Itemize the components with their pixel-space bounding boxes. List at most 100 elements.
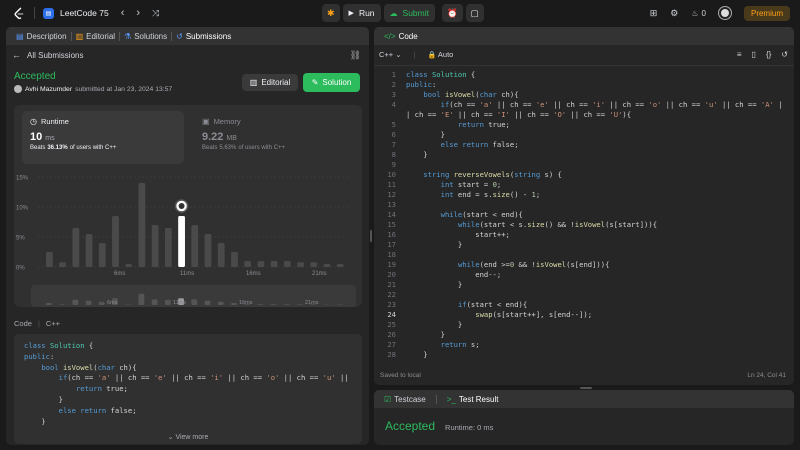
- chart-bar: [257, 261, 265, 267]
- runtime-beats: 36.13%: [47, 145, 68, 151]
- code-title: Code: [398, 31, 418, 41]
- chart-bar: [138, 183, 146, 267]
- chart-bar: [336, 264, 344, 267]
- line-text: class Solution {: [406, 70, 476, 79]
- line-number: 25: [387, 320, 396, 329]
- code-line[interactable]: 18: [374, 250, 794, 260]
- code-line[interactable]: 19 while(end >=0 && !isVowel(s[end])){: [374, 260, 794, 270]
- code-line[interactable]: 23 if(start < end){: [374, 300, 794, 310]
- notes-button[interactable]: ▢: [465, 4, 484, 22]
- lang-label: C++: [45, 319, 61, 328]
- code-line[interactable]: 8 }: [374, 150, 794, 160]
- code-line[interactable]: 15 while(start < s.size() && !isVowel(s[…: [374, 220, 794, 230]
- code-line[interactable]: 22: [374, 290, 794, 300]
- next-problem-icon[interactable]: ›: [136, 7, 140, 19]
- solution-button[interactable]: ✎ Solution: [303, 73, 360, 92]
- code-line[interactable]: 12 int end = s.size() - 1;: [374, 190, 794, 200]
- debug-button[interactable]: ✱: [322, 4, 340, 22]
- code-line[interactable]: | ch == 'E' || ch == 'I' || ch == 'O' ||…: [374, 110, 794, 120]
- back-label: All Submissions: [27, 50, 84, 60]
- code-line[interactable]: 27 return s;: [374, 340, 794, 350]
- braces-icon[interactable]: {}: [766, 50, 771, 59]
- shuffle-icon[interactable]: ⤨: [152, 8, 159, 19]
- avatar[interactable]: [718, 7, 731, 19]
- submitted-time: submitted at Jan 23, 2024 13:57: [75, 85, 173, 93]
- tab-editorial[interactable]: ▥ Editorial: [72, 32, 119, 41]
- line-number: 12: [387, 190, 396, 199]
- overview-bar: [98, 301, 105, 305]
- overview-bar: [297, 304, 303, 305]
- bookmark-icon[interactable]: ▯: [752, 50, 756, 59]
- submit-button[interactable]: ☁ Submit: [383, 4, 435, 22]
- overview-tick-label: 6ms: [107, 300, 118, 306]
- line-text: int end = s.size() - 1;: [440, 190, 541, 199]
- code-line[interactable]: 11 int start = 0;: [374, 180, 794, 190]
- prev-problem-icon[interactable]: ‹: [121, 7, 125, 19]
- result-runtime: Runtime: 0 ms: [445, 423, 494, 432]
- layout-icon[interactable]: ⊞: [650, 8, 658, 19]
- code-line[interactable]: 26 }: [374, 330, 794, 340]
- code-line[interactable]: 25 }: [374, 320, 794, 330]
- tab-submissions[interactable]: ↺ Submissions: [172, 32, 235, 41]
- problem-list-title[interactable]: LeetCode 75: [60, 8, 109, 18]
- code-line[interactable]: 4 if(ch == 'a' || ch == 'e' || ch == 'i'…: [374, 100, 794, 110]
- run-button[interactable]: ▶ Run: [342, 4, 381, 22]
- overview-bar: [217, 301, 224, 305]
- line-number: 9: [391, 160, 396, 169]
- language-select[interactable]: C++ ⌄: [379, 50, 402, 59]
- left-panel: ▤ Description ▥ Editorial ⚗ Solutions ↺ Subm…: [6, 27, 369, 445]
- back-to-submissions[interactable]: ← All Submissions: [12, 50, 83, 60]
- link-icon[interactable]: ⛓: [350, 50, 361, 61]
- view-more-button[interactable]: ⌄ View more: [14, 423, 362, 441]
- bug-icon: ✱: [327, 7, 335, 18]
- line-number: 5: [391, 120, 396, 129]
- code-line[interactable]: 13: [374, 200, 794, 210]
- run-label: Run: [358, 8, 375, 18]
- editorial-button[interactable]: ▥ Editorial: [242, 74, 298, 91]
- line-number: 2: [391, 80, 396, 89]
- tab-code[interactable]: </> Code: [380, 32, 422, 41]
- code-line[interactable]: 17 }: [374, 240, 794, 250]
- code-line[interactable]: 16 start++;: [374, 230, 794, 240]
- tab-solutions[interactable]: ⚗ Solutions: [120, 32, 171, 41]
- x-tick-label: 11ms: [180, 271, 194, 277]
- code-line[interactable]: 14 while(start < end){: [374, 210, 794, 220]
- chart-bar: [125, 264, 133, 267]
- leetcode-logo[interactable]: [12, 6, 26, 20]
- horizontal-splitter[interactable]: [580, 387, 592, 389]
- timer-button[interactable]: ⏰: [442, 4, 463, 22]
- tab-testcase[interactable]: ☑ Testcase: [380, 395, 430, 404]
- auto-complete-toggle[interactable]: 🔒 Auto: [428, 50, 454, 59]
- code-line[interactable]: 1 class Solution {: [374, 70, 794, 80]
- tab-description[interactable]: ▤ Description: [12, 32, 71, 41]
- overview-bar: [151, 299, 158, 305]
- chart-bar: [283, 261, 291, 267]
- premium-button[interactable]: Premium: [743, 5, 790, 21]
- format-icon[interactable]: ≡: [737, 50, 742, 59]
- tab-test-result[interactable]: >_ Test Result: [443, 395, 503, 404]
- reset-icon[interactable]: ↺: [781, 50, 788, 59]
- gear-icon[interactable]: ⚙: [670, 8, 678, 19]
- code-line[interactable]: 6 }: [374, 130, 794, 140]
- code-line[interactable]: 5 return true;: [374, 120, 794, 130]
- chart-bar: [151, 225, 159, 267]
- streak[interactable]: ♨ 0: [691, 9, 706, 18]
- vertical-splitter[interactable]: [370, 230, 372, 242]
- runtime-box[interactable]: ◷ Runtime 10 ms Beats 36.13% of users wit…: [22, 111, 184, 164]
- line-number: 7: [391, 140, 396, 149]
- code-line[interactable]: 10 string reverseVowels(string s) {: [374, 170, 794, 180]
- code-line[interactable]: 7 else return false;: [374, 140, 794, 150]
- code-line[interactable]: 9: [374, 160, 794, 170]
- memory-box[interactable]: ▣ Memory 9.22 MB Beats 5.63% of users wit…: [194, 111, 356, 164]
- runtime-distribution-chart[interactable]: 15% 10% 5% 0% 6ms 11ms 16ms 21ms 6ms 11ms 16ms 21ms: [14, 169, 362, 307]
- code-line[interactable]: 20 end--;: [374, 270, 794, 280]
- code-line[interactable]: 3 bool isVowel(char ch){: [374, 90, 794, 100]
- code-line[interactable]: 21 }: [374, 280, 794, 290]
- author-name[interactable]: Avhi Mazumder: [25, 86, 72, 93]
- code-line[interactable]: 2 public:: [374, 80, 794, 90]
- overview-bar: [138, 293, 145, 305]
- code-editor[interactable]: 1 class Solution {2 public: 3 bool isVowel(…: [374, 70, 794, 360]
- y-tick-label: 15%: [16, 176, 29, 182]
- code-line[interactable]: 24 swap(s[start++], s[end--]);: [374, 310, 794, 320]
- code-line[interactable]: 28 }: [374, 350, 794, 360]
